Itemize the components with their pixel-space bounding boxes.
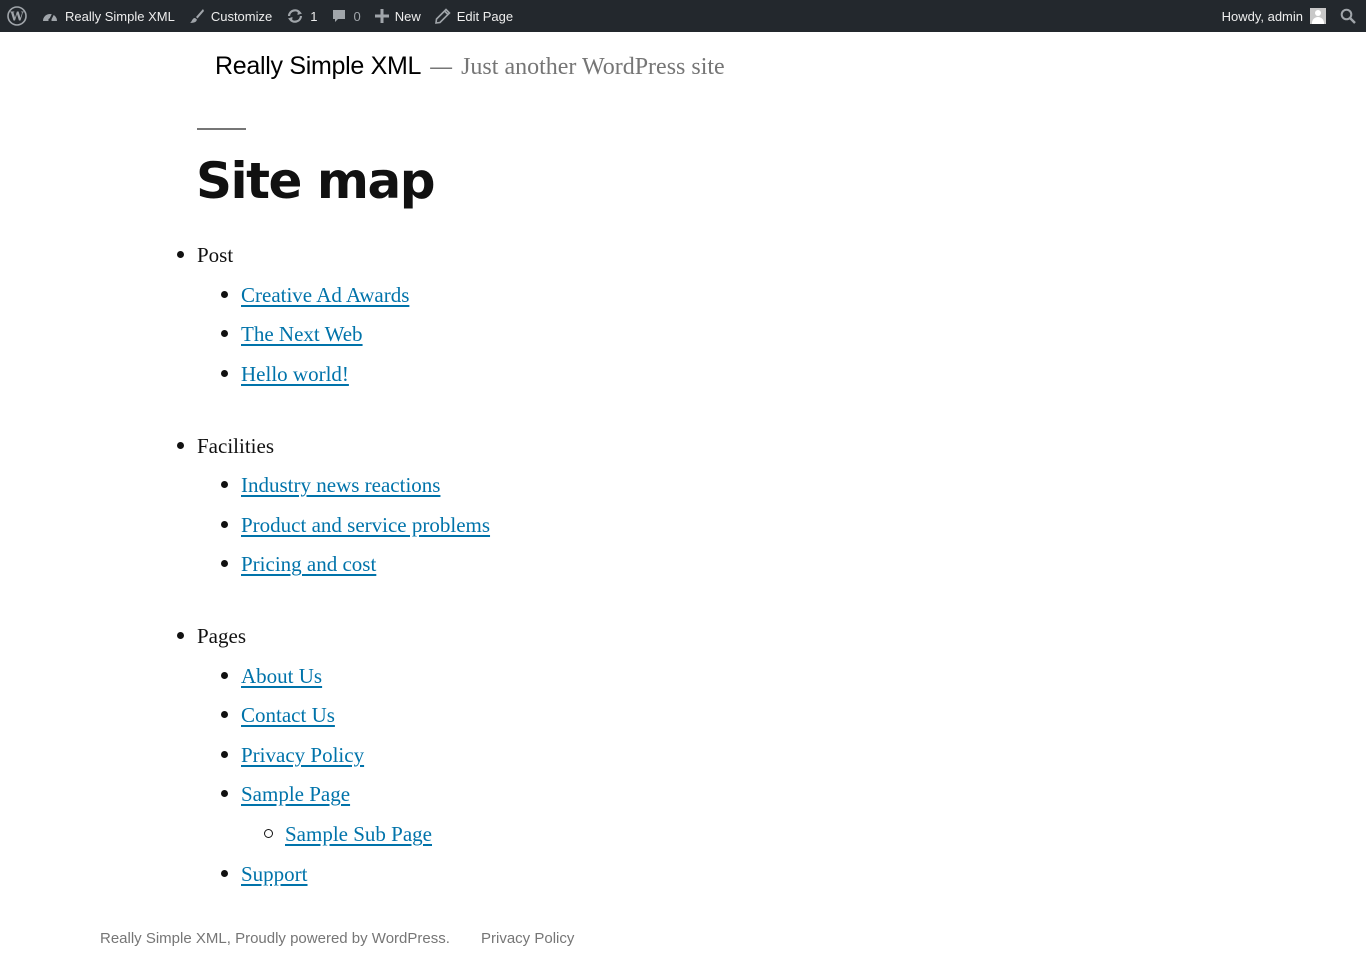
edit-page-link[interactable]: Edit Page (428, 0, 520, 32)
comments-count: 0 (353, 8, 361, 24)
wordpress-logo-icon: W (7, 6, 27, 26)
site-footer: Really Simple XML, Proudly powered by Wo… (100, 930, 450, 947)
edit-page-label: Edit Page (456, 8, 514, 24)
page-link-sample-page[interactable]: Sample Page (241, 782, 350, 806)
site-name-label: Really Simple XML (65, 8, 175, 24)
pencil-icon (434, 8, 451, 24)
comment-icon (331, 8, 347, 24)
sitemap-link: Sample Page (241, 781, 350, 807)
comments-link[interactable]: 0 (324, 0, 367, 32)
search-toggle[interactable] (1333, 0, 1366, 32)
dashboard-icon (41, 8, 59, 24)
footer-privacy-link[interactable]: Privacy Policy (481, 930, 574, 947)
list-bullet (221, 790, 228, 797)
list-bullet (177, 632, 184, 639)
page-link-about-us[interactable]: About Us (241, 664, 322, 688)
page-link-privacy-policy[interactable]: Privacy Policy (241, 743, 364, 767)
sitemap-link: Support (241, 861, 308, 887)
updates-link[interactable]: 1 (279, 0, 324, 32)
howdy-label: Howdy, admin (1221, 8, 1303, 24)
plus-icon (374, 9, 389, 23)
title-divider (197, 128, 246, 130)
admin-bar: W Really Simple XML Customize 1 0 New Ed… (0, 0, 1366, 32)
sitemap-link: Pricing and cost (241, 551, 376, 577)
list-bullet (221, 560, 228, 567)
sitemap-link: Sample Sub Page (285, 821, 432, 847)
avatar (1310, 8, 1326, 24)
page-link-support[interactable]: Support (241, 862, 308, 886)
sitemap-link: Creative Ad Awards (241, 282, 409, 308)
list-bullet (221, 672, 228, 679)
sitemap-link: Hello world! (241, 361, 349, 387)
admin-bar-right: Howdy, admin (1215, 0, 1366, 32)
search-icon (1340, 8, 1356, 24)
post-link-creative-ad-awards[interactable]: Creative Ad Awards (241, 283, 409, 307)
admin-bar-left: W Really Simple XML Customize 1 0 New Ed… (0, 0, 520, 32)
wordpress-logo-menu[interactable]: W (0, 0, 34, 32)
facility-link-product-and-service-problems[interactable]: Product and service problems (241, 513, 490, 537)
list-bullet (221, 291, 228, 298)
list-bullet (177, 442, 184, 449)
sitemap-link: Contact Us (241, 702, 335, 728)
sitemap-link: Privacy Policy (241, 742, 364, 768)
list-bullet (221, 481, 228, 488)
sitemap-section-label: Post (197, 243, 234, 267)
site-name-menu[interactable]: Really Simple XML (34, 0, 182, 32)
new-label: New (394, 8, 421, 24)
sitemap-link: Product and service problems (241, 512, 490, 538)
new-content-menu[interactable]: New (368, 0, 428, 32)
list-bullet (221, 370, 228, 377)
list-bullet (221, 330, 228, 337)
post-link-hello-world[interactable]: Hello world! (241, 362, 349, 386)
updates-count: 1 (310, 8, 318, 24)
sitemap-section-label: Pages (197, 624, 246, 648)
list-bullet (221, 521, 228, 528)
facility-link-industry-news-reactions[interactable]: Industry news reactions (241, 473, 440, 497)
customize-link[interactable]: Customize (182, 0, 279, 32)
brush-icon (189, 8, 205, 24)
site-title-link[interactable]: Really Simple XML (215, 52, 421, 81)
post-link-the-next-web[interactable]: The Next Web (241, 322, 363, 346)
list-bullet (221, 751, 228, 758)
footer-site-link[interactable]: Really Simple XML, (100, 930, 231, 947)
sitemap-link: The Next Web (241, 321, 363, 347)
page-title: Site map (196, 152, 436, 210)
list-bullet-hollow (264, 829, 273, 838)
sitemap-section-label: Facilities (197, 434, 274, 458)
facility-link-pricing-and-cost[interactable]: Pricing and cost (241, 552, 376, 576)
title-separator: — (430, 54, 453, 79)
list-bullet (221, 870, 228, 877)
list-bullet (177, 251, 184, 258)
footer-powered-link[interactable]: Proudly powered by WordPress. (235, 930, 450, 947)
page-link-contact-us[interactable]: Contact Us (241, 703, 335, 727)
site-tagline: Just another WordPress site (461, 54, 725, 80)
sitemap-link: About Us (241, 663, 322, 689)
my-account-menu[interactable]: Howdy, admin (1215, 0, 1333, 32)
list-bullet (221, 711, 228, 718)
page-link-sample-sub-page[interactable]: Sample Sub Page (285, 822, 432, 846)
customize-label: Customize (210, 8, 273, 24)
sitemap-link: Industry news reactions (241, 472, 440, 498)
updates-icon (286, 8, 304, 24)
svg-text:W: W (9, 10, 24, 24)
site-branding: Really Simple XML — Just another WordPre… (215, 52, 725, 81)
